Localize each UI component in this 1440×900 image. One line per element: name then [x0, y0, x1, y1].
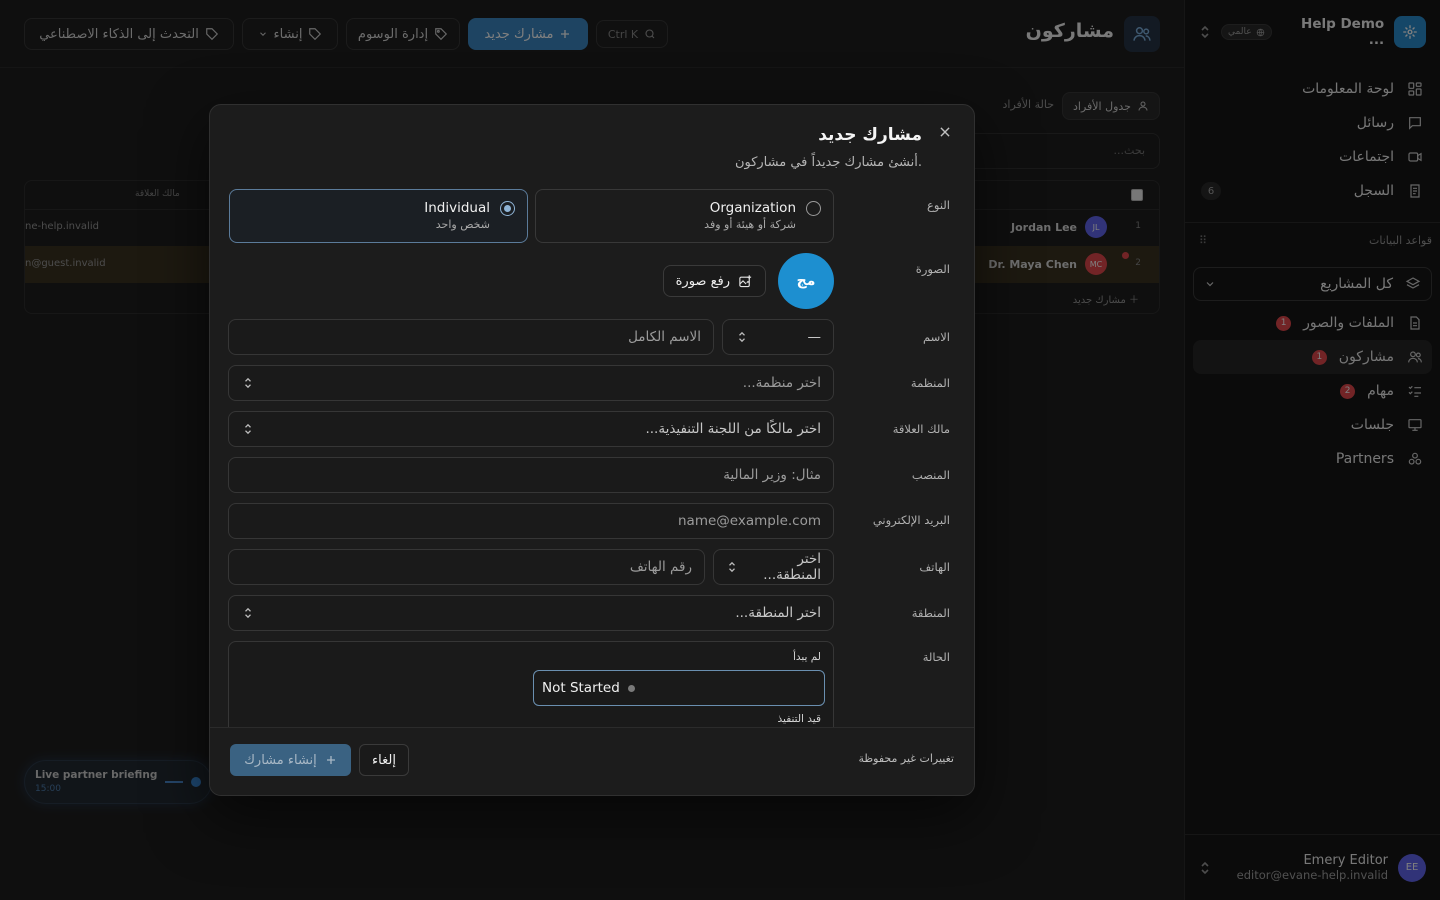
photo-avatar: مج — [778, 253, 834, 309]
phone-input[interactable]: رقم الهاتف — [228, 549, 705, 585]
status-picker: لم يبدأ Not Started قيد التنفيذ — [228, 641, 834, 741]
position-label: المنصب — [911, 468, 950, 482]
type-label: النوع — [927, 198, 950, 212]
cancel-button[interactable]: إلغاء — [359, 744, 409, 776]
type-option-organization[interactable]: Organization شركة أو هيئة أو وفد — [535, 189, 834, 243]
relationship-owner-select[interactable]: اختر مالكًا من اللجنة التنفيذية... — [228, 411, 834, 447]
name-label: الاسم — [922, 330, 950, 344]
owner-label: مالك العلاقة — [892, 422, 950, 436]
status-group-not-started: لم يبدأ — [792, 651, 821, 663]
new-participant-dialog: مشارك جديد أنشئ مشارك جديداً في مشاركون.… — [209, 104, 975, 796]
region-select[interactable]: اختر المنطقة... — [228, 595, 834, 631]
chevron-up-down-icon — [241, 606, 253, 620]
name-prefix-select[interactable]: — — [722, 319, 834, 355]
chevron-up-down-icon — [241, 376, 253, 390]
status-label: الحالة — [922, 650, 950, 664]
chevron-up-down-icon — [241, 422, 253, 436]
phone-region-select[interactable]: اختر المنطقة... — [713, 549, 834, 585]
plus-icon — [325, 754, 337, 766]
full-name-input[interactable]: الاسم الكامل — [228, 319, 714, 355]
unsaved-changes-note: تغييرات غير محفوظة — [858, 752, 954, 765]
dialog-footer: تغييرات غير محفوظة إلغاء إنشاء مشارك — [210, 727, 974, 795]
close-icon[interactable] — [938, 125, 954, 141]
phone-label: الهاتف — [919, 560, 950, 574]
type-option-individual[interactable]: Individual شخص واحد — [229, 189, 528, 243]
chevron-up-down-icon — [726, 560, 737, 574]
radio-selected — [500, 201, 515, 216]
region-label: المنطقة — [911, 606, 950, 620]
photo-label: الصورة — [915, 262, 950, 276]
create-participant-button[interactable]: إنشاء مشارك — [230, 744, 351, 776]
organization-select[interactable]: اختر منظمة... — [228, 365, 834, 401]
upload-photo-button[interactable]: رفع صورة — [662, 265, 766, 297]
dialog-title: مشارك جديد — [818, 125, 922, 145]
status-option-not-started[interactable]: Not Started — [533, 670, 825, 706]
radio-unselected — [806, 201, 821, 216]
status-dot — [627, 684, 635, 692]
organization-label: المنظمة — [910, 376, 950, 390]
position-input[interactable]: مثال: وزير المالية — [228, 457, 834, 493]
email-label: البريد الإلكتروني — [872, 513, 950, 527]
chevron-up-down-icon — [735, 330, 747, 344]
email-field[interactable]: name@example.com — [228, 503, 834, 539]
image-upload-icon — [738, 274, 753, 289]
dialog-subtitle: أنشئ مشارك جديداً في مشاركون. — [734, 155, 922, 170]
status-group-in-progress: قيد التنفيذ — [777, 713, 821, 725]
